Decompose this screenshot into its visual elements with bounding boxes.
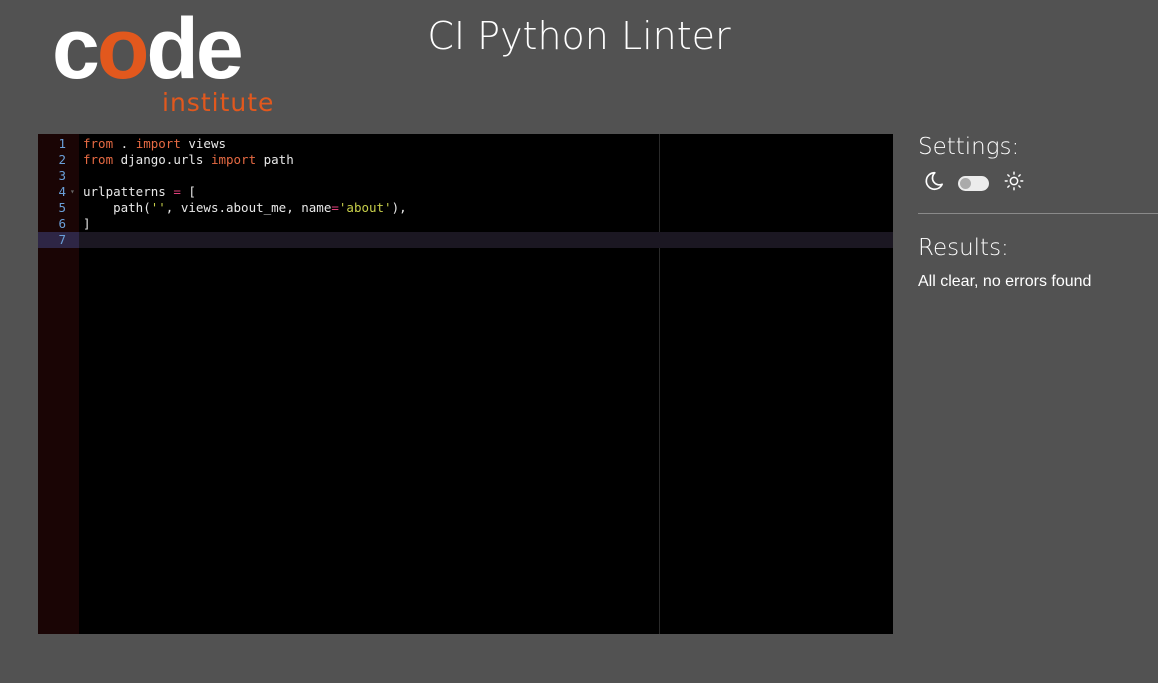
code-token: ), xyxy=(391,200,407,215)
toggle-knob xyxy=(960,177,971,189)
settings-panel: Settings: xyxy=(918,134,1158,196)
code-token: [ xyxy=(180,184,196,199)
code-token: path xyxy=(256,152,294,167)
code-text: path('', views.about_me, name='about'), xyxy=(83,200,407,216)
line-number: 1 xyxy=(58,136,66,151)
line-number: 5 xyxy=(58,200,66,215)
code-token: path( xyxy=(83,200,151,215)
theme-settings xyxy=(918,170,1158,196)
code-token: django.urls xyxy=(113,152,211,167)
results-panel: Results: All clear, no errors found xyxy=(918,235,1091,291)
settings-heading: Settings: xyxy=(918,134,1020,160)
code-text: urlpatterns = [ xyxy=(83,184,196,200)
code-token: from xyxy=(83,152,114,167)
code-token: import xyxy=(210,152,257,167)
code-line[interactable]: 5 path('', views.about_me, name='about')… xyxy=(38,200,893,216)
code-line[interactable]: 2 from django.urls import path xyxy=(38,152,893,168)
code-token: , views.about_me, name xyxy=(165,200,332,215)
code-text: from django.urls import path xyxy=(83,152,294,168)
code-token: import xyxy=(135,136,181,151)
section-divider xyxy=(918,213,1158,214)
code-line[interactable]: 3 xyxy=(38,168,893,184)
line-number: 6 xyxy=(58,216,66,231)
sun-icon xyxy=(1003,170,1025,196)
code-line[interactable]: 6] xyxy=(38,216,893,232)
line-number: 2 xyxy=(58,152,66,167)
line-number: 3 xyxy=(58,168,66,183)
moon-icon xyxy=(922,170,944,196)
code-token: = xyxy=(173,184,181,199)
code-token: '' xyxy=(150,200,166,215)
code-token: . xyxy=(113,136,136,151)
logo-subtitle: institute xyxy=(162,88,275,117)
code-token: views xyxy=(180,136,226,151)
code-token: 'about' xyxy=(338,200,392,215)
code-token: ] xyxy=(83,216,91,231)
results-message: All clear, no errors found xyxy=(918,273,1092,290)
fold-arrow-icon[interactable]: ▾ xyxy=(70,184,75,200)
results-heading: Results: xyxy=(918,235,1009,261)
code-line[interactable]: 1 from . import views xyxy=(38,136,893,152)
page-title: CI Python Linter xyxy=(427,14,731,58)
code-token: from xyxy=(83,136,114,151)
code-text: from . import views xyxy=(83,136,226,152)
line-number: 7 xyxy=(38,232,79,248)
code-text: ] xyxy=(83,216,91,232)
code-token: = xyxy=(331,200,339,215)
code-line[interactable]: 4 ▾ urlpatterns = [ xyxy=(38,184,893,200)
theme-toggle[interactable] xyxy=(958,175,989,191)
code-line[interactable]: 7 xyxy=(38,232,893,248)
code-editor[interactable]: 1 from . import views 2 from django.urls im… xyxy=(38,134,893,634)
code-token: urlpatterns xyxy=(83,184,174,199)
